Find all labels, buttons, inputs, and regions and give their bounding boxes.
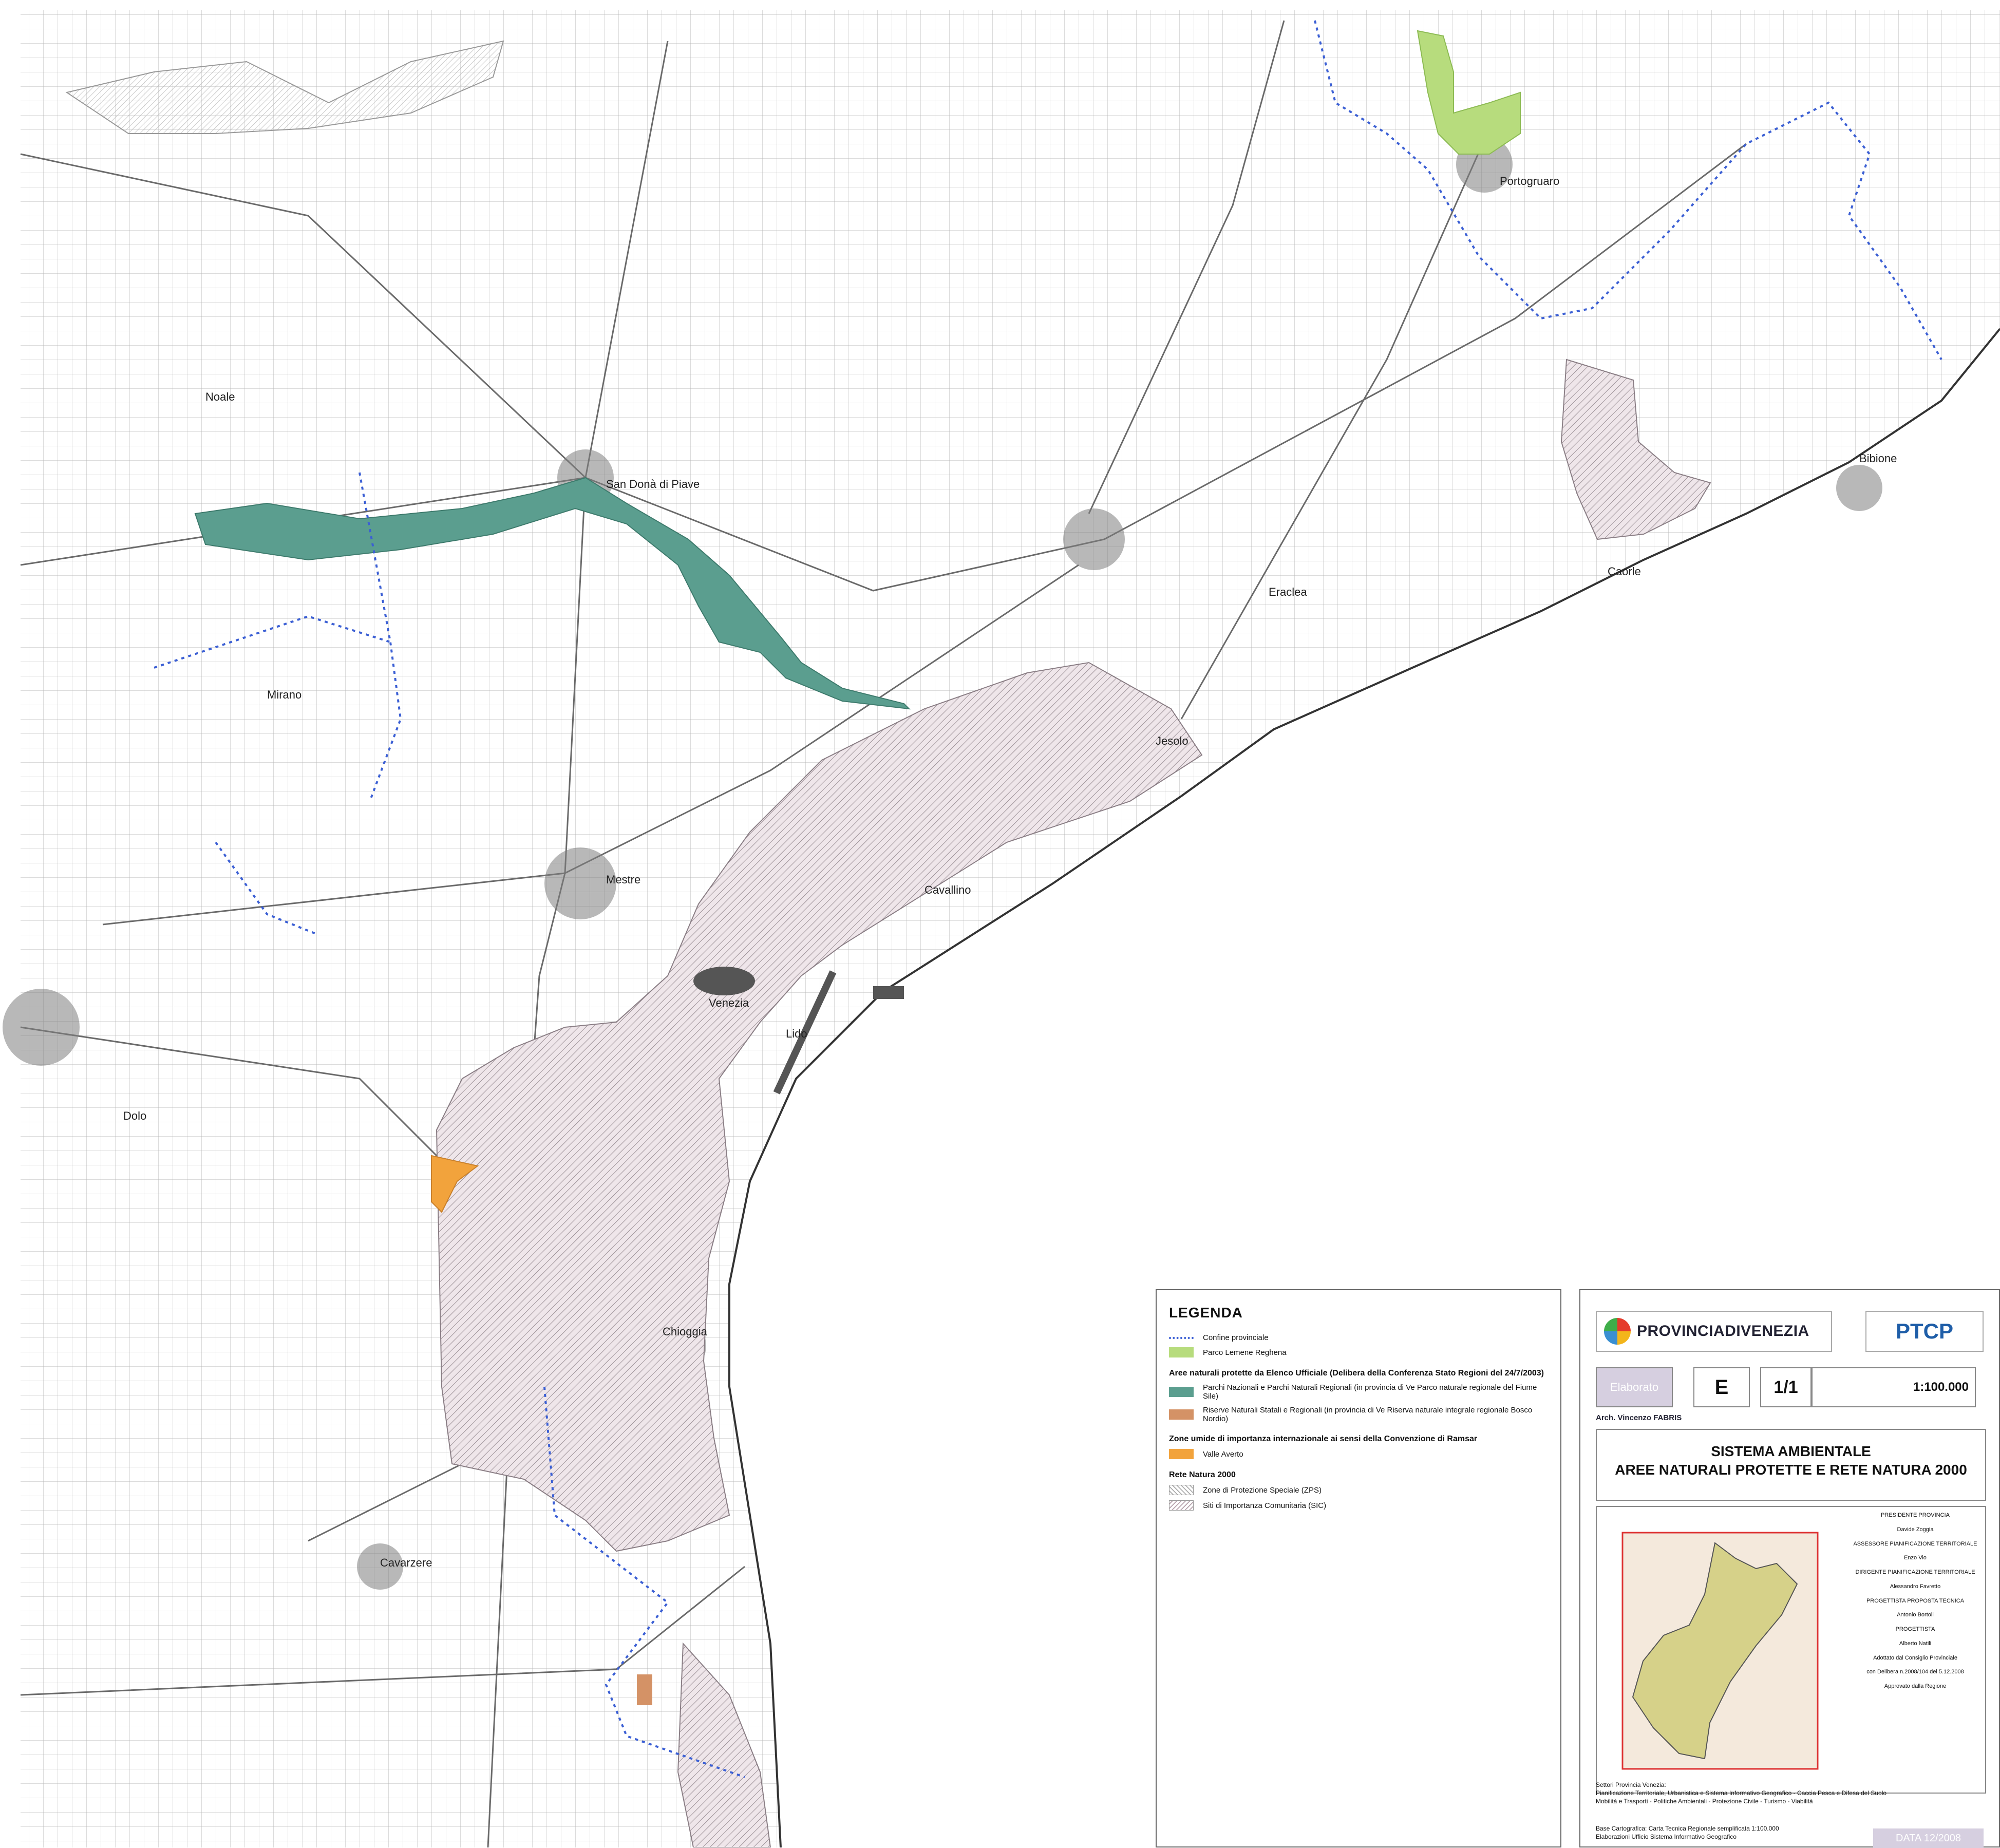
settori-block: Settori Provincia Venezia: Pianificazion… [1596,1781,1986,1806]
place-label: Eraclea [1269,586,1307,598]
signer: Arch. Vincenzo FABRIS [1596,1413,1682,1422]
elaborato-letter: E [1693,1367,1750,1407]
credit-role: Approvato dalla Regione [1884,1683,1947,1689]
legend-label: Parco Lemene Reghena [1203,1348,1287,1357]
riserve-swatch [1169,1409,1194,1420]
place-label: Mirano [267,688,301,701]
place-label: Noale [205,390,235,403]
provincia-logo: PROVINCIADIVENEZIA [1596,1311,1832,1352]
ptcp-logo-text: PTCP [1895,1319,1953,1343]
legend-label: Confine provinciale [1203,1333,1269,1342]
elaborato-number: 1/1 [1760,1367,1812,1407]
ptcp-logo: PTCP [1865,1311,1984,1352]
parchi-swatch [1169,1387,1194,1397]
legend-item-parchi: Parchi Nazionali e Parchi Naturali Regio… [1169,1383,1548,1401]
confine-swatch [1169,1336,1194,1339]
credit-name: con Delibera n.2008/104 del 5.12.2008 [1866,1669,1964,1675]
legend-item-confine: Confine provinciale [1169,1333,1548,1342]
credit-name: Alessandro Favretto [1890,1583,1941,1590]
legend-title: LEGENDA [1169,1305,1243,1321]
title-block: PROVINCIADIVENEZIA PTCP Elaborato E 1/1 … [1579,1289,2000,1848]
place-label: Bibione [1859,452,1897,465]
bosco-nordio [637,1674,652,1705]
scale-label: 1:100.000 [1812,1367,1976,1407]
legend-section-title: Aree naturali protette da Elenco Ufficia… [1169,1369,1544,1378]
settori-title: Settori Provincia Venezia: [1596,1781,1666,1788]
legend-item-riserve: Riserve Naturali Statali e Regionali (in… [1169,1406,1548,1423]
credits-column: PRESIDENTE PROVINCIA Davide Zoggia ASSESS… [1851,1512,1979,1698]
credit-role: PROGETTISTA PROPOSTA TECNICA [1866,1597,1965,1604]
zps-swatch [1169,1485,1194,1495]
place-label: Portogruaro [1500,175,1559,187]
credit-name: Enzo Vio [1904,1555,1927,1561]
base-line: Elaborazioni Ufficio Sistema Informativo… [1596,1833,1737,1841]
legend-label: Zone di Protezione Speciale (ZPS) [1203,1485,1322,1495]
credit-role: PROGETTISTA [1895,1626,1935,1632]
elaborato-row: Elaborato E 1/1 1:100.000 [1596,1367,1986,1408]
settori-line: Mobilità e Trasporti - Politiche Ambient… [1596,1798,1813,1805]
parco-swatch [1169,1347,1194,1357]
base-block: Base Cartografica: Carta Tecnica Regiona… [1596,1824,1883,1841]
credit-name: Antonio Bortoli [1897,1612,1934,1618]
provincia-logo-icon [1604,1318,1631,1345]
settori-line: Pianificazione Territoriale, Urbanistica… [1596,1789,1887,1797]
place-label: Venezia [709,996,749,1009]
place-label: Caorle [1608,565,1641,578]
place-label: Chioggia [663,1325,708,1338]
credit-role: PRESIDENTE PROVINCIA [1881,1512,1950,1518]
credit-name: Davide Zoggia [1897,1526,1934,1533]
map-title-box: SISTEMA AMBIENTALE AREE NATURALI PROTETT… [1596,1429,1986,1501]
place-label: Lido [786,1027,807,1040]
map-subtitle: AREE NATURALI PROTETTE E RETE NATURA 200… [1615,1462,1967,1478]
credit-role: DIRIGENTE PIANIFICAZIONE TERRITORIALE [1855,1569,1975,1575]
legend-section-title: Zone umide di importanza internazionale … [1169,1435,1478,1443]
credit-name: Alberto Natili [1899,1640,1932,1647]
legend-item-valle: Valle Averto [1169,1449,1548,1459]
place-label: San Donà di Piave [606,478,700,491]
valle-swatch [1169,1449,1194,1459]
legend-item-parco: Parco Lemene Reghena [1169,1347,1548,1357]
place-label: Cavallino [924,883,971,896]
date-box: DATA 12/2008 [1873,1828,1984,1848]
inset-map [1621,1532,1819,1770]
place-label: Jesolo [1156,734,1188,747]
legend-item-sic: Siti di Importanza Comunitaria (SIC) [1169,1500,1548,1511]
legend-label: Valle Averto [1203,1449,1243,1459]
credit-role: Adottato dal Consiglio Provinciale [1873,1654,1957,1661]
credit-role: ASSESSORE PIANIFICAZIONE TERRITORIALE [1853,1540,1977,1547]
inset-box: PRESIDENTE PROVINCIA Davide Zoggia ASSESS… [1596,1506,1986,1794]
legend-label: Riserve Naturali Statali e Regionali (in… [1203,1406,1533,1423]
sic-swatch [1169,1500,1194,1511]
legend-label: Siti di Importanza Comunitaria (SIC) [1203,1501,1327,1510]
legend-item-zps: Zone di Protezione Speciale (ZPS) [1169,1485,1548,1495]
elaborato-label: Elaborato [1596,1367,1673,1407]
base-line: Base Cartografica: Carta Tecnica Regiona… [1596,1825,1779,1832]
place-label: Dolo [123,1109,146,1122]
provincia-logo-text: PROVINCIADIVENEZIA [1637,1323,1809,1340]
legend-section-title: Rete Natura 2000 [1169,1470,1236,1479]
map-title: SISTEMA AMBIENTALE [1711,1443,1871,1459]
legend-label: Parchi Nazionali e Parchi Naturali Regio… [1203,1383,1537,1401]
legend-panel: LEGENDA Confine provinciale Parco Lemene… [1156,1289,1561,1847]
place-label: Cavarzere [380,1556,432,1569]
place-label: Mestre [606,873,640,886]
